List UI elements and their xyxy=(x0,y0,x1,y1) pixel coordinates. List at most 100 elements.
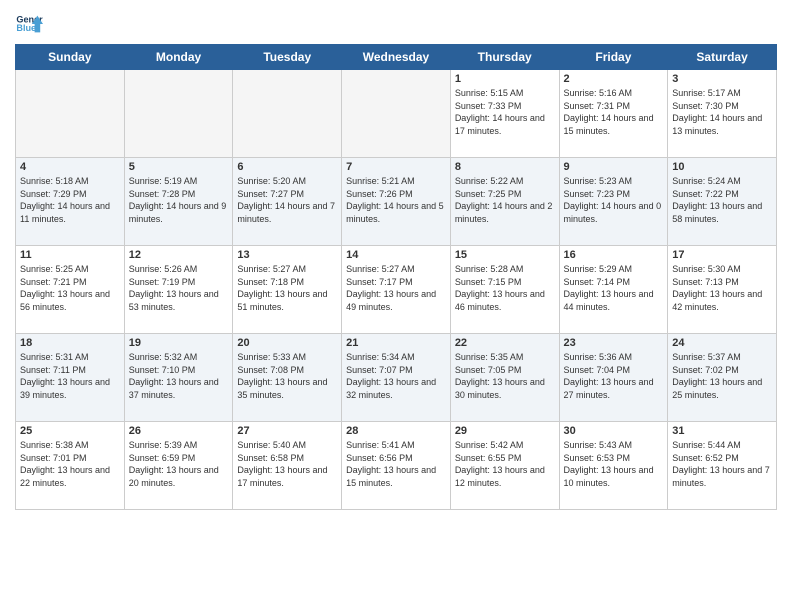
cell-info: Sunrise: 5:17 AM Sunset: 7:30 PM Dayligh… xyxy=(672,87,772,137)
day-number: 7 xyxy=(346,161,446,173)
calendar-cell: 22 Sunrise: 5:35 AM Sunset: 7:05 PM Dayli… xyxy=(450,334,559,422)
calendar-cell: 7 Sunrise: 5:21 AM Sunset: 7:26 PM Daylig… xyxy=(342,158,451,246)
calendar-cell: 10 Sunrise: 5:24 AM Sunset: 7:22 PM Dayli… xyxy=(668,158,777,246)
calendar-cell: 29 Sunrise: 5:42 AM Sunset: 6:55 PM Dayli… xyxy=(450,422,559,510)
calendar-cell: 21 Sunrise: 5:34 AM Sunset: 7:07 PM Dayli… xyxy=(342,334,451,422)
calendar-body: 1 Sunrise: 5:15 AM Sunset: 7:33 PM Daylig… xyxy=(16,70,777,510)
calendar-cell: 28Sunrise: 5:41 AM Sunset: 6:56 PM Dayli… xyxy=(342,422,451,510)
calendar-cell: 26 Sunrise: 5:39 AM Sunset: 6:59 PM Dayli… xyxy=(124,422,233,510)
cell-info: Sunrise: 5:27 AM Sunset: 7:18 PM Dayligh… xyxy=(237,263,337,313)
calendar-cell: 15Sunrise: 5:28 AM Sunset: 7:15 PM Dayli… xyxy=(450,246,559,334)
cell-info: Sunrise: 5:25 AM Sunset: 7:21 PM Dayligh… xyxy=(20,263,120,313)
day-header-saturday: Saturday xyxy=(668,45,777,70)
cell-info: Sunrise: 5:24 AM Sunset: 7:22 PM Dayligh… xyxy=(672,175,772,225)
day-number: 8 xyxy=(455,161,555,173)
day-number: 10 xyxy=(672,161,772,173)
cell-info: Sunrise: 5:26 AM Sunset: 7:19 PM Dayligh… xyxy=(129,263,229,313)
cell-info: Sunrise: 5:31 AM Sunset: 7:11 PM Dayligh… xyxy=(20,351,120,401)
day-number: 19 xyxy=(129,337,229,349)
calendar-cell: 9Sunrise: 5:23 AM Sunset: 7:23 PM Daylig… xyxy=(559,158,668,246)
cell-info: Sunrise: 5:41 AM Sunset: 6:56 PM Dayligh… xyxy=(346,439,446,489)
cell-info: Sunrise: 5:33 AM Sunset: 7:08 PM Dayligh… xyxy=(237,351,337,401)
day-header-thursday: Thursday xyxy=(450,45,559,70)
cell-info: Sunrise: 5:39 AM Sunset: 6:59 PM Dayligh… xyxy=(129,439,229,489)
cell-info: Sunrise: 5:34 AM Sunset: 7:07 PM Dayligh… xyxy=(346,351,446,401)
calendar-cell: 20 Sunrise: 5:33 AM Sunset: 7:08 PM Dayli… xyxy=(233,334,342,422)
calendar-cell: 24Sunrise: 5:37 AM Sunset: 7:02 PM Dayli… xyxy=(668,334,777,422)
day-number: 15 xyxy=(455,249,555,261)
day-number: 25 xyxy=(20,425,120,437)
cell-info: Sunrise: 5:42 AM Sunset: 6:55 PM Dayligh… xyxy=(455,439,555,489)
calendar-cell: 11 Sunrise: 5:25 AM Sunset: 7:21 PM Dayli… xyxy=(16,246,125,334)
day-number: 24 xyxy=(672,337,772,349)
calendar-week-4: 18 Sunrise: 5:31 AM Sunset: 7:11 PM Dayli… xyxy=(16,334,777,422)
calendar-cell: 23 Sunrise: 5:36 AM Sunset: 7:04 PM Dayli… xyxy=(559,334,668,422)
svg-text:Blue: Blue xyxy=(16,23,36,33)
calendar-cell: 16 Sunrise: 5:29 AM Sunset: 7:14 PM Dayli… xyxy=(559,246,668,334)
cell-info: Sunrise: 5:16 AM Sunset: 7:31 PM Dayligh… xyxy=(564,87,664,137)
calendar-cell: 12 Sunrise: 5:26 AM Sunset: 7:19 PM Dayli… xyxy=(124,246,233,334)
day-number: 18 xyxy=(20,337,120,349)
cell-info: Sunrise: 5:23 AM Sunset: 7:23 PM Dayligh… xyxy=(564,175,664,225)
calendar-week-5: 25 Sunrise: 5:38 AM Sunset: 7:01 PM Dayli… xyxy=(16,422,777,510)
calendar-cell: 3 Sunrise: 5:17 AM Sunset: 7:30 PM Daylig… xyxy=(668,70,777,158)
calendar-week-3: 11 Sunrise: 5:25 AM Sunset: 7:21 PM Dayli… xyxy=(16,246,777,334)
page-container: General Blue SundayMondayTuesdayWednesda… xyxy=(0,0,792,515)
cell-info: Sunrise: 5:43 AM Sunset: 6:53 PM Dayligh… xyxy=(564,439,664,489)
header: General Blue xyxy=(15,10,777,38)
day-number: 1 xyxy=(455,73,555,85)
cell-info: Sunrise: 5:20 AM Sunset: 7:27 PM Dayligh… xyxy=(237,175,337,225)
day-number: 31 xyxy=(672,425,772,437)
calendar-cell: 18 Sunrise: 5:31 AM Sunset: 7:11 PM Dayli… xyxy=(16,334,125,422)
day-number: 5 xyxy=(129,161,229,173)
logo-icon: General Blue xyxy=(15,10,43,38)
calendar-cell: 4 Sunrise: 5:18 AM Sunset: 7:29 PM Daylig… xyxy=(16,158,125,246)
day-number: 23 xyxy=(564,337,664,349)
cell-info: Sunrise: 5:27 AM Sunset: 7:17 PM Dayligh… xyxy=(346,263,446,313)
day-number: 29 xyxy=(455,425,555,437)
calendar-week-2: 4 Sunrise: 5:18 AM Sunset: 7:29 PM Daylig… xyxy=(16,158,777,246)
day-number: 26 xyxy=(129,425,229,437)
day-header-tuesday: Tuesday xyxy=(233,45,342,70)
day-number: 22 xyxy=(455,337,555,349)
calendar-cell: 5 Sunrise: 5:19 AM Sunset: 7:28 PM Daylig… xyxy=(124,158,233,246)
day-header-sunday: Sunday xyxy=(16,45,125,70)
day-number: 20 xyxy=(237,337,337,349)
day-number: 16 xyxy=(564,249,664,261)
cell-info: Sunrise: 5:18 AM Sunset: 7:29 PM Dayligh… xyxy=(20,175,120,225)
cell-info: Sunrise: 5:40 AM Sunset: 6:58 PM Dayligh… xyxy=(237,439,337,489)
calendar-cell: 31Sunrise: 5:44 AM Sunset: 6:52 PM Dayli… xyxy=(668,422,777,510)
calendar-cell xyxy=(342,70,451,158)
cell-info: Sunrise: 5:29 AM Sunset: 7:14 PM Dayligh… xyxy=(564,263,664,313)
day-number: 4 xyxy=(20,161,120,173)
cell-info: Sunrise: 5:38 AM Sunset: 7:01 PM Dayligh… xyxy=(20,439,120,489)
calendar-cell: 8Sunrise: 5:22 AM Sunset: 7:25 PM Daylig… xyxy=(450,158,559,246)
cell-info: Sunrise: 5:32 AM Sunset: 7:10 PM Dayligh… xyxy=(129,351,229,401)
day-header-wednesday: Wednesday xyxy=(342,45,451,70)
day-number: 27 xyxy=(237,425,337,437)
logo: General Blue xyxy=(15,10,47,38)
calendar-cell: 19 Sunrise: 5:32 AM Sunset: 7:10 PM Dayli… xyxy=(124,334,233,422)
cell-info: Sunrise: 5:19 AM Sunset: 7:28 PM Dayligh… xyxy=(129,175,229,225)
day-number: 21 xyxy=(346,337,446,349)
cell-info: Sunrise: 5:21 AM Sunset: 7:26 PM Dayligh… xyxy=(346,175,446,225)
day-number: 3 xyxy=(672,73,772,85)
calendar-week-1: 1 Sunrise: 5:15 AM Sunset: 7:33 PM Daylig… xyxy=(16,70,777,158)
calendar-cell: 2Sunrise: 5:16 AM Sunset: 7:31 PM Daylig… xyxy=(559,70,668,158)
day-number: 6 xyxy=(237,161,337,173)
day-number: 14 xyxy=(346,249,446,261)
calendar-cell: 13Sunrise: 5:27 AM Sunset: 7:18 PM Dayli… xyxy=(233,246,342,334)
calendar-table: SundayMondayTuesdayWednesdayThursdayFrid… xyxy=(15,44,777,510)
cell-info: Sunrise: 5:36 AM Sunset: 7:04 PM Dayligh… xyxy=(564,351,664,401)
day-number: 12 xyxy=(129,249,229,261)
calendar-cell: 17Sunrise: 5:30 AM Sunset: 7:13 PM Dayli… xyxy=(668,246,777,334)
calendar-cell xyxy=(16,70,125,158)
day-number: 11 xyxy=(20,249,120,261)
calendar-header-row: SundayMondayTuesdayWednesdayThursdayFrid… xyxy=(16,45,777,70)
cell-info: Sunrise: 5:35 AM Sunset: 7:05 PM Dayligh… xyxy=(455,351,555,401)
calendar-cell: 25 Sunrise: 5:38 AM Sunset: 7:01 PM Dayli… xyxy=(16,422,125,510)
calendar-cell: 6 Sunrise: 5:20 AM Sunset: 7:27 PM Daylig… xyxy=(233,158,342,246)
day-header-friday: Friday xyxy=(559,45,668,70)
cell-info: Sunrise: 5:15 AM Sunset: 7:33 PM Dayligh… xyxy=(455,87,555,137)
calendar-cell: 14 Sunrise: 5:27 AM Sunset: 7:17 PM Dayli… xyxy=(342,246,451,334)
